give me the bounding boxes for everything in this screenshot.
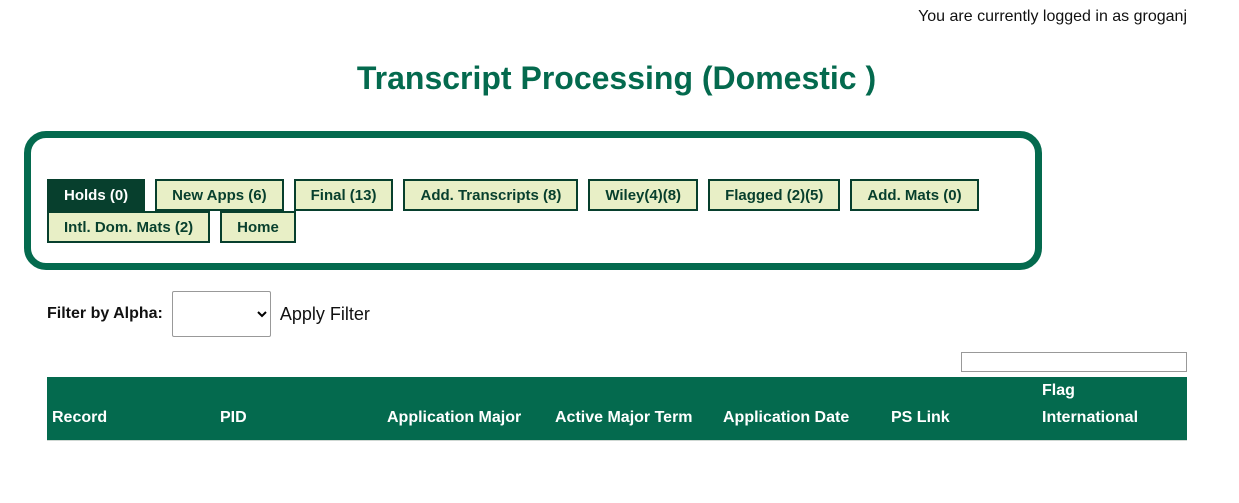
column-header-record[interactable]: Record — [47, 377, 215, 441]
tab-navigation-panel: Holds (0) New Apps (6) Final (13) Add. T… — [24, 131, 1042, 270]
tab-final[interactable]: Final (13) — [293, 179, 394, 211]
tab-add-transcripts[interactable]: Add. Transcripts (8) — [403, 179, 579, 211]
tab-add-mats[interactable]: Add. Mats (0) — [850, 179, 979, 211]
tab-new-apps[interactable]: New Apps (6) — [155, 179, 284, 211]
page-title: Transcript Processing (Domestic ) — [356, 60, 877, 96]
table-header-row: Record PID Application Major Active Majo… — [47, 377, 1187, 441]
tab-intl-dom-mats[interactable]: Intl. Dom. Mats (2) — [47, 211, 211, 243]
tab-holds[interactable]: Holds (0) — [47, 179, 146, 211]
tab-home[interactable]: Home — [220, 211, 296, 243]
records-table: Record PID Application Major Active Majo… — [47, 377, 1187, 441]
flag-label: Flag — [1042, 382, 1075, 399]
login-status: You are currently logged in as groganj — [918, 8, 1187, 25]
column-header-application-major[interactable]: Application Major — [382, 377, 550, 441]
filter-row: Filter by Alpha: Apply Filter — [47, 291, 370, 337]
column-header-pid[interactable]: PID — [215, 377, 382, 441]
filter-label: Filter by Alpha: — [47, 305, 163, 322]
column-header-ps-link[interactable]: PS Link — [886, 377, 1037, 441]
column-header-application-date[interactable]: Application Date — [718, 377, 886, 441]
alpha-filter-select[interactable] — [171, 291, 271, 337]
tab-wiley[interactable]: Wiley(4)(8) — [588, 179, 699, 211]
apply-filter-link[interactable]: Apply Filter — [280, 304, 370, 325]
tab-list: Holds (0) New Apps (6) Final (13) Add. T… — [47, 179, 1027, 243]
column-header-flag-international[interactable]: Flag International — [1037, 377, 1187, 441]
tab-flagged[interactable]: Flagged (2)(5) — [708, 179, 841, 211]
international-label: International — [1042, 409, 1139, 426]
column-header-active-major-term[interactable]: Active Major Term — [550, 377, 718, 441]
table-search-input[interactable] — [961, 352, 1187, 372]
